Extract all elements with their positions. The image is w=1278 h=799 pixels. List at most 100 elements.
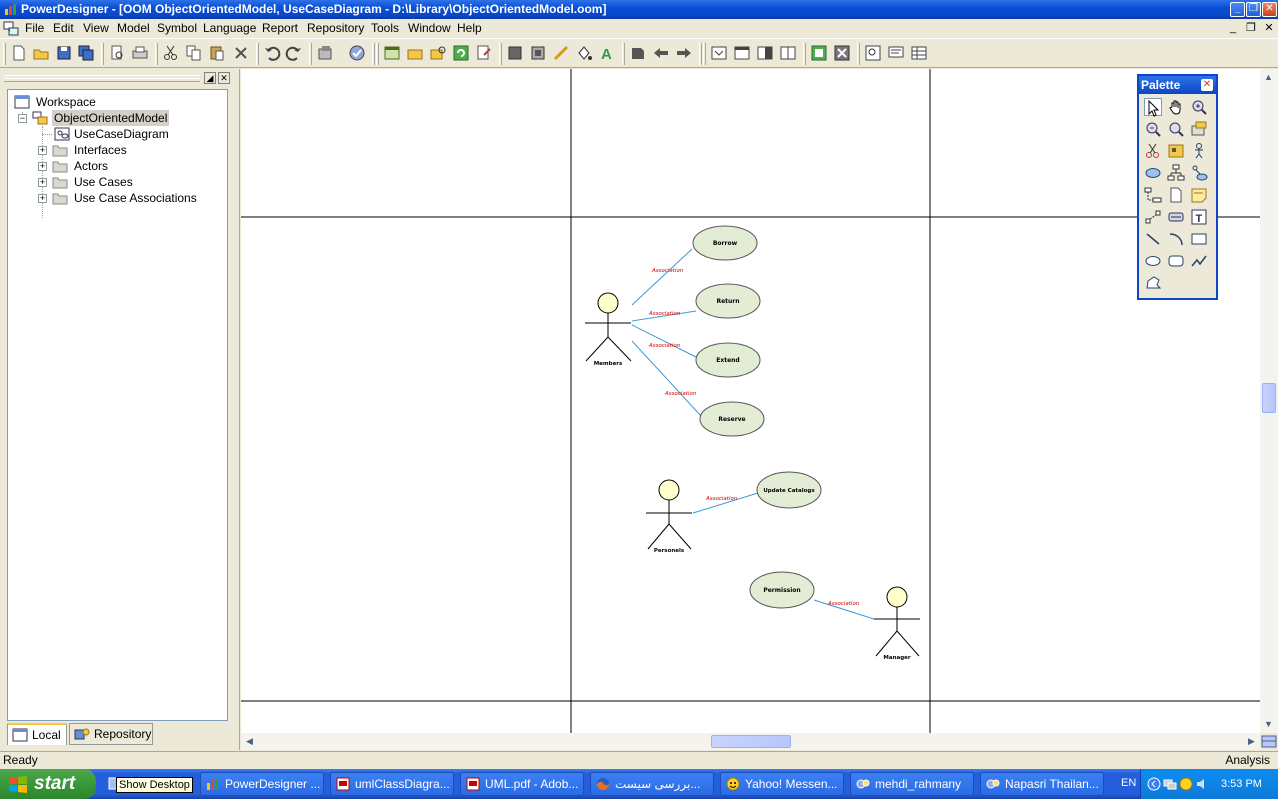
text-tool-icon[interactable]: T: [1190, 208, 1208, 226]
expand-icon[interactable]: +: [38, 178, 47, 187]
symbol-properties-icon[interactable]: [1190, 120, 1208, 138]
panel-close-button[interactable]: ✕: [218, 72, 230, 84]
bring-to-front-icon[interactable]: [506, 44, 524, 62]
actor-manager[interactable]: Manager: [874, 586, 920, 661]
redo-icon[interactable]: [285, 44, 303, 62]
menu-symbol[interactable]: Symbol: [157, 21, 197, 36]
browser-icon[interactable]: [383, 44, 401, 62]
delete-icon[interactable]: [232, 44, 250, 62]
scroll-up-icon[interactable]: ▲: [1260, 69, 1277, 86]
vertical-scroll-thumb[interactable]: [1262, 383, 1276, 413]
generalization-icon[interactable]: [1167, 164, 1185, 182]
expand-icon[interactable]: +: [38, 146, 47, 155]
messenger-tray-icon[interactable]: [1179, 777, 1193, 791]
cut-icon[interactable]: [162, 44, 180, 62]
link-icon[interactable]: [1144, 208, 1162, 226]
task-firefox[interactable]: بررسی سیست...: [590, 772, 714, 796]
panel-pin-button[interactable]: ◢: [204, 72, 216, 84]
file-icon[interactable]: [1167, 186, 1185, 204]
diagram-canvas[interactable]: Association Association Association Asso…: [241, 69, 1260, 733]
association-line[interactable]: [631, 324, 697, 358]
actor-tool-icon[interactable]: [1190, 142, 1208, 160]
network-icon[interactable]: [1163, 777, 1177, 791]
forward-icon[interactable]: [675, 44, 693, 62]
panel-splitter[interactable]: [236, 69, 240, 750]
delete-tool-icon[interactable]: [1144, 142, 1162, 160]
undo-icon[interactable]: [263, 44, 281, 62]
check-model-icon[interactable]: [348, 44, 366, 62]
menu-report[interactable]: Report: [262, 21, 298, 36]
task-umlclassdiagram[interactable]: umlClassDiagra...: [330, 772, 454, 796]
menu-window[interactable]: Window: [408, 21, 451, 36]
dependency-icon[interactable]: [1144, 186, 1162, 204]
use-case-borrow[interactable]: Borrow: [692, 225, 758, 261]
ellipse-tool-icon[interactable]: [1144, 252, 1162, 270]
split-view-icon[interactable]: [1260, 733, 1278, 750]
window-list-icon[interactable]: [733, 44, 751, 62]
object-tree[interactable]: Workspace − ObjectOrientedModel UseCaseD…: [7, 89, 228, 721]
use-case-extend[interactable]: Extend: [695, 342, 761, 378]
font-icon[interactable]: A: [598, 44, 616, 62]
pointer-icon[interactable]: [1144, 98, 1162, 117]
horizontal-scrollbar[interactable]: ◀ ▶: [241, 733, 1260, 750]
tab-local[interactable]: Local: [7, 723, 67, 745]
use-case-diagram[interactable]: Association Association Association Asso…: [241, 69, 1260, 733]
model-document-icon[interactable]: [3, 21, 19, 36]
use-case-return[interactable]: Return: [695, 283, 761, 319]
polygon-tool-icon[interactable]: [1144, 274, 1162, 292]
send-to-back-icon[interactable]: [529, 44, 547, 62]
window-layout-icon[interactable]: [710, 44, 728, 62]
collapse-icon[interactable]: −: [18, 114, 27, 123]
mdi-restore-button[interactable]: ❐: [1244, 22, 1258, 35]
mdi-close-button[interactable]: ✕: [1262, 22, 1276, 35]
save-all-icon[interactable]: [77, 44, 95, 62]
association-tool-icon[interactable]: [1190, 164, 1208, 182]
auto-layout-icon[interactable]: [833, 44, 851, 62]
restore-button[interactable]: ❐: [1246, 2, 1261, 17]
use-case-update-catalogs[interactable]: Update Catalogs: [756, 471, 822, 509]
toolbar-grip[interactable]: [703, 43, 706, 65]
menu-view[interactable]: View: [83, 21, 109, 36]
title-bar[interactable]: PowerDesigner - [OOM ObjectOrientedModel…: [0, 0, 1278, 19]
panel-grip[interactable]: [4, 78, 200, 82]
task-napasri-thailand[interactable]: Napasri Thailan...: [980, 772, 1104, 796]
save-icon[interactable]: [55, 44, 73, 62]
task-mehdi-rahmany[interactable]: mehdi_rahmany: [850, 772, 974, 796]
task-powerdesigner[interactable]: PowerDesigner ...: [200, 772, 324, 796]
refresh-icon[interactable]: [452, 44, 470, 62]
volume-icon[interactable]: [1195, 777, 1209, 791]
scroll-left-icon[interactable]: ◀: [241, 733, 258, 750]
zoom-view-icon[interactable]: [864, 44, 882, 62]
output-icon[interactable]: [406, 44, 424, 62]
menu-language[interactable]: Language: [203, 21, 256, 36]
palette-toolbox[interactable]: Palette ✕ T: [1137, 74, 1218, 300]
open-package-icon[interactable]: [1167, 120, 1185, 138]
line-style-icon[interactable]: [552, 44, 570, 62]
task-uml-pdf[interactable]: UML.pdf - Adob...: [460, 772, 584, 796]
menu-file[interactable]: File: [25, 21, 44, 36]
close-button[interactable]: ✕: [1262, 2, 1277, 17]
actor-personels[interactable]: Personels: [646, 479, 692, 554]
symbol-format-icon[interactable]: [629, 44, 647, 62]
rectangle-tool-icon[interactable]: [1190, 230, 1208, 248]
association-line[interactable]: [631, 340, 703, 418]
paste-icon[interactable]: [208, 44, 226, 62]
mdi-minimize-button[interactable]: _: [1226, 22, 1240, 35]
use-case-tool-icon[interactable]: [1144, 164, 1162, 182]
new-icon[interactable]: [10, 44, 28, 62]
association-line[interactable]: [631, 248, 693, 306]
properties-icon[interactable]: [316, 44, 334, 62]
use-case-permission[interactable]: Permission: [749, 571, 815, 609]
arrange-icon[interactable]: [810, 44, 828, 62]
print-preview-icon[interactable]: [108, 44, 126, 62]
fill-icon[interactable]: [575, 44, 593, 62]
scroll-right-icon[interactable]: ▶: [1243, 733, 1260, 750]
note-icon[interactable]: [1190, 186, 1208, 204]
arc-tool-icon[interactable]: [1167, 230, 1185, 248]
open-icon[interactable]: [32, 44, 50, 62]
result-list-icon[interactable]: [429, 44, 447, 62]
start-button[interactable]: start: [0, 769, 96, 799]
tray-arrow-icon[interactable]: [1147, 777, 1161, 791]
rounded-rectangle-icon[interactable]: [1167, 252, 1185, 270]
comment-icon[interactable]: [887, 44, 905, 62]
